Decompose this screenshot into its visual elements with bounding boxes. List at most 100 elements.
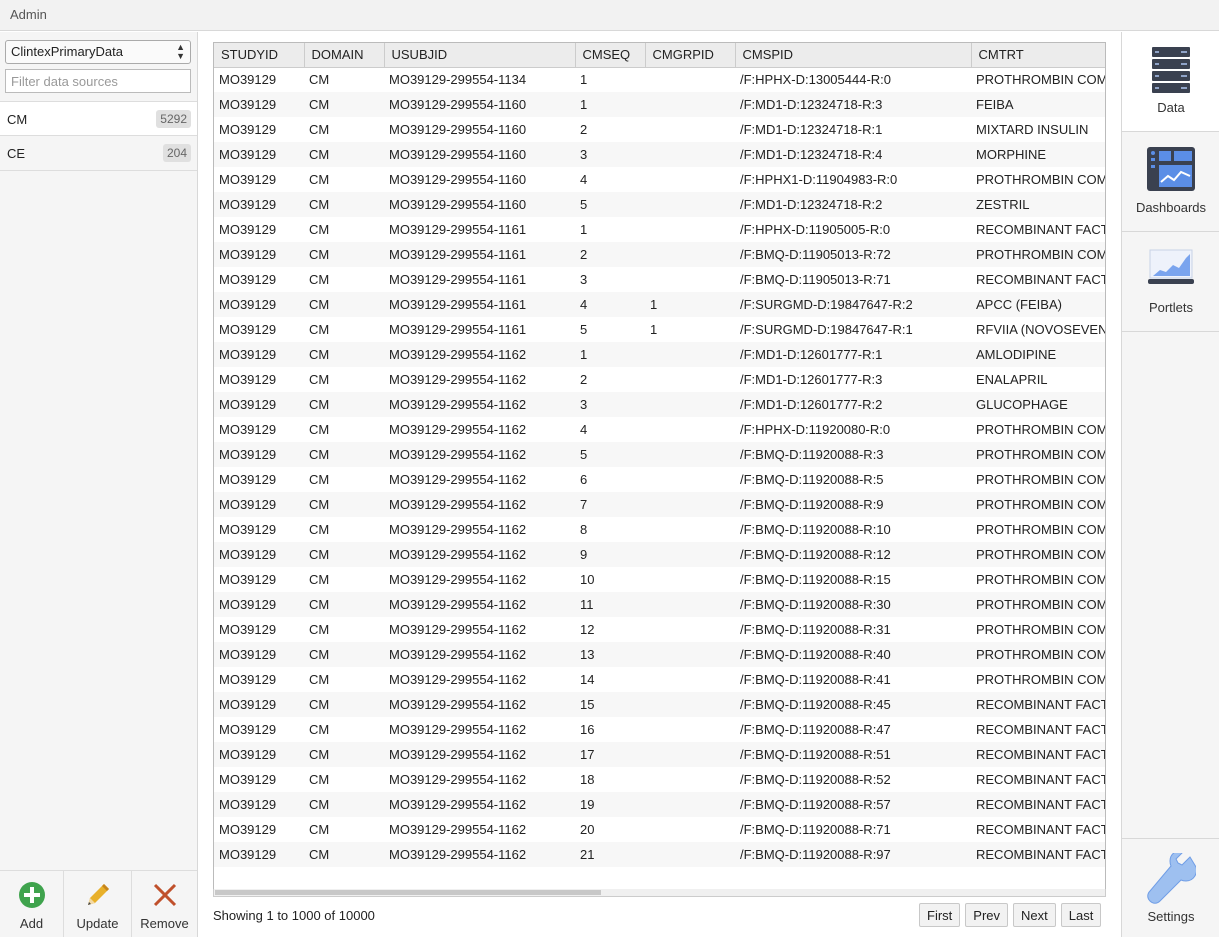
table-row[interactable]: MO39129 CM MO39129-299554-1161 1/F:HPHX-D:1… — [214, 217, 1105, 242]
nav-settings[interactable]: Settings — [1122, 838, 1219, 937]
table-cell-domain: CM — [304, 292, 384, 317]
table-row[interactable]: MO39129 CM MO39129-299554-1160 1/F:MD1-D:12… — [214, 92, 1105, 117]
column-header-cmseq[interactable]: CMSEQ — [575, 43, 646, 68]
table-row[interactable]: MO39129 CM MO39129-299554-1161 2/F:BMQ-D:11… — [214, 242, 1105, 267]
table-cell-domain: CM — [309, 172, 330, 187]
table-row[interactable]: MO39129 CM MO39129-299554-1162 9/F:BMQ-D:11… — [214, 542, 1105, 567]
table-cell-cmgrpid — [645, 342, 735, 367]
table-cell-studyid: MO39129 — [214, 342, 304, 367]
update-button[interactable]: Update — [64, 871, 132, 937]
table-cell-cmgrpid — [645, 642, 735, 667]
table-cell-cmtrt: ENALAPRIL — [976, 372, 1048, 387]
table-cell-cmspid: /F:BMQ-D:11920088-R:9 — [735, 492, 971, 517]
table-row[interactable]: MO39129 CM MO39129-299554-1161 5 1/F:SURGMD-… — [214, 317, 1105, 342]
column-header-usubjid[interactable]: USUBJID — [384, 43, 576, 68]
table-cell-studyid: MO39129 — [219, 422, 277, 437]
table-cell-cmgrpid — [645, 592, 735, 617]
table-cell-usubjid: MO39129-299554-1160 — [389, 122, 527, 137]
table-header-row: STUDYID DOMAIN USUBJID CMSEQ CMGRPID CMSPID CM… — [214, 43, 1105, 68]
column-header-cmgrpid[interactable]: CMGRPID — [645, 43, 736, 68]
table-cell-cmseq: 3 — [580, 272, 588, 287]
table-cell-cmseq: 3 — [575, 392, 645, 417]
table-row[interactable]: MO39129 CM MO39129-299554-1162 2/F:MD1-D:12… — [214, 367, 1105, 392]
table-row[interactable]: MO39129 CM MO39129-299554-1160 3/F:MD1-D:12… — [214, 142, 1105, 167]
nav-portlets[interactable]: Portlets — [1122, 232, 1219, 332]
table-cell-cmseq: 1 — [575, 92, 645, 117]
table-row[interactable]: MO39129 CM MO39129-299554-1162 14/F:BMQ-D:1… — [214, 667, 1105, 692]
table-row[interactable]: MO39129 CM MO39129-299554-1162 16/F:BMQ-D:1… — [214, 717, 1105, 742]
table-row[interactable]: MO39129 CM MO39129-299554-1162 8/F:BMQ-D:11… — [214, 517, 1105, 542]
column-header-cmspid[interactable]: CMSPID — [735, 43, 972, 68]
table-row[interactable]: MO39129 CM MO39129-299554-1162 20/F:BMQ-D:1… — [214, 817, 1105, 842]
table-cell-cmspid: /F:BMQ-D:11920088-R:31 — [740, 622, 891, 637]
nav-dashboards[interactable]: Dashboards — [1122, 132, 1219, 232]
table-row[interactable]: MO39129 CM MO39129-299554-1162 1/F:MD1-D:12… — [214, 342, 1105, 367]
remove-button[interactable]: Remove — [132, 871, 197, 937]
table-row[interactable]: MO39129 CM MO39129-299554-1162 7/F:BMQ-D:11… — [214, 492, 1105, 517]
table-cell-cmseq: 4 — [580, 172, 588, 187]
table-row[interactable]: MO39129 CM MO39129-299554-1162 10/F:BMQ-D:1… — [214, 567, 1105, 592]
data-source-count-badge: 204 — [162, 144, 191, 162]
table-cell-cmgrpid: 1 — [645, 292, 735, 317]
data-source-label: CE — [7, 146, 26, 161]
scrollbar-thumb[interactable] — [215, 890, 601, 895]
table-cell-usubjid: MO39129-299554-1161 — [384, 292, 575, 317]
table-row[interactable]: MO39129 CM MO39129-299554-1162 19/F:BMQ-D:1… — [214, 792, 1105, 817]
table-cell-domain: CM — [304, 842, 384, 867]
table-cell-cmtrt: MIXTARD INSULIN — [976, 122, 1089, 137]
table-row[interactable]: MO39129 CM MO39129-299554-1162 13/F:BMQ-D:1… — [214, 642, 1105, 667]
table-row[interactable]: MO39129 CM MO39129-299554-1162 18/F:BMQ-D:1… — [214, 767, 1105, 792]
table-row[interactable]: MO39129 CM MO39129-299554-1160 4/F:HPHX1-D:… — [214, 167, 1105, 192]
first-page-button[interactable]: First — [919, 903, 961, 927]
table-row[interactable]: MO39129 CM MO39129-299554-1161 4 1/F:SURGMD-… — [214, 292, 1105, 317]
nav-portlets-label: Portlets — [1148, 300, 1194, 315]
table-row[interactable]: MO39129 CM MO39129-299554-1162 11/F:BMQ-D:1… — [214, 592, 1105, 617]
filter-data-sources-input[interactable] — [5, 69, 191, 93]
prev-page-button[interactable]: Prev — [965, 903, 1009, 927]
next-page-button[interactable]: Next — [1013, 903, 1056, 927]
table-cell-domain: CM — [304, 492, 384, 517]
table-cell-usubjid: MO39129-299554-1162 — [389, 822, 527, 837]
data-source-sidebar: ClintexPrimaryData ▲▼ CM 5292 CE 204 Add — [0, 32, 198, 937]
table-cell-domain: CM — [304, 392, 384, 417]
table-cell-domain: CM — [304, 642, 384, 667]
table-row[interactable]: MO39129 CM MO39129-299554-1161 3/F:BMQ-D:11… — [214, 267, 1105, 292]
last-page-button[interactable]: Last — [1060, 903, 1102, 927]
table-row[interactable]: MO39129 CM MO39129-299554-1162 3/F:MD1-D:12… — [214, 392, 1105, 417]
table-row[interactable]: MO39129 CM MO39129-299554-1160 5/F:MD1-D:12… — [214, 192, 1105, 217]
horizontal-scrollbar[interactable] — [213, 889, 1106, 897]
table-cell-domain: CM — [304, 692, 384, 717]
table-cell-cmseq: 18 — [580, 772, 595, 787]
add-button[interactable]: Add — [0, 871, 64, 937]
table-cell-domain: CM — [304, 442, 384, 467]
table-row[interactable]: MO39129 CM MO39129-299554-1162 4/F:HPHX-D:1… — [214, 417, 1105, 442]
table-cell-cmgrpid — [645, 442, 735, 467]
table-cell-studyid: MO39129 — [214, 392, 304, 417]
table-cell-cmgrpid — [645, 492, 735, 517]
datasource-select[interactable]: ClintexPrimaryData ▲ ▼ — [5, 40, 191, 64]
update-button-label: Update — [76, 916, 119, 931]
table-cell-cmgrpid — [645, 792, 735, 817]
nav-data[interactable]: Data — [1122, 32, 1219, 132]
table-row[interactable]: MO39129 CM MO39129-299554-1162 12/F:BMQ-D:1… — [214, 617, 1105, 642]
data-source-item-ce[interactable]: CE 204 — [0, 136, 197, 171]
table-row[interactable]: MO39129 CM MO39129-299554-1162 6/F:BMQ-D:11… — [214, 467, 1105, 492]
table-row[interactable]: MO39129 CM MO39129-299554-1160 2/F:MD1-D:12… — [214, 117, 1105, 142]
table-row[interactable]: MO39129 CM MO39129-299554-1134 1/F:HPHX-D:1… — [214, 67, 1105, 92]
table-row[interactable]: MO39129 CM MO39129-299554-1162 17/F:BMQ-D:1… — [214, 742, 1105, 767]
column-header-studyid[interactable]: STUDYID — [214, 43, 305, 68]
table-cell-cmspid: /F:HPHX-D:13005444-R:0 — [740, 72, 892, 88]
table-cell-domain: CM — [309, 422, 330, 437]
table-cell-usubjid: MO39129-299554-1162 — [384, 442, 575, 467]
data-source-item-cm[interactable]: CM 5292 — [0, 101, 197, 136]
table-cell-studyid: MO39129 — [214, 192, 304, 217]
column-header-cmtrt[interactable]: CMTRT — [971, 43, 1105, 68]
table-cell-studyid: MO39129 — [219, 122, 277, 137]
column-header-domain[interactable]: DOMAIN — [304, 43, 385, 68]
table-row[interactable]: MO39129 CM MO39129-299554-1162 5/F:BMQ-D:11… — [214, 442, 1105, 467]
table-cell-usubjid: MO39129-299554-1162 — [389, 572, 527, 587]
dashboard-icon — [1147, 147, 1195, 191]
table-cell-cmseq: 3 — [575, 142, 645, 167]
table-row[interactable]: MO39129 CM MO39129-299554-1162 15/F:BMQ-D:1… — [214, 692, 1105, 717]
table-row[interactable]: MO39129 CM MO39129-299554-1162 21/F:BMQ-D:1… — [214, 842, 1105, 867]
